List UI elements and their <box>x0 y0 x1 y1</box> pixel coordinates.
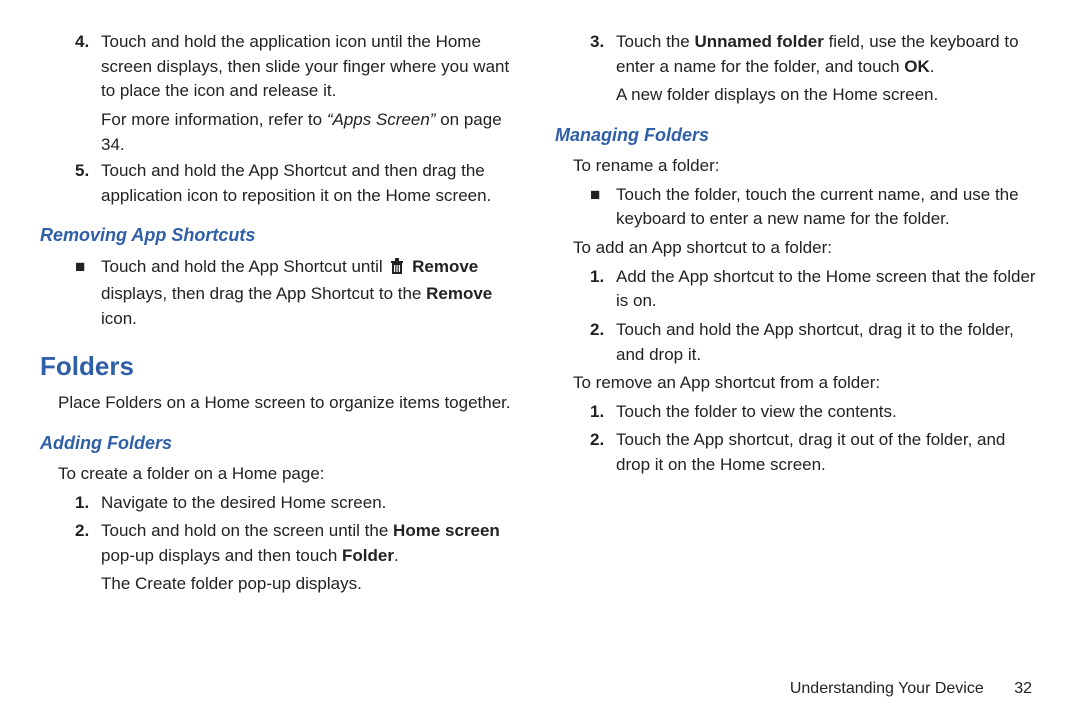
page-footer: Understanding Your Device 32 <box>790 680 1032 698</box>
list-item-2: 2. Touch and hold the App shortcut, drag… <box>590 318 1040 367</box>
heading-adding-folders: Adding Folders <box>40 430 525 456</box>
list-body: Touch the App shortcut, drag it out of t… <box>616 428 1040 477</box>
list-item-1: 1. Navigate to the desired Home screen. <box>75 491 525 516</box>
heading-folders: Folders <box>40 348 525 386</box>
text-segment: icon. <box>101 309 137 328</box>
list-number: 2. <box>75 519 101 568</box>
bullet-item: ■ Touch and hold the App Shortcut until … <box>75 255 525 332</box>
trash-icon <box>389 257 405 283</box>
list-item-2: 2. Touch the App shortcut, drag it out o… <box>590 428 1040 477</box>
text-segment: displays, then drag the App Shortcut to … <box>101 284 426 303</box>
bullet-mark: ■ <box>75 255 101 332</box>
list-number: 5. <box>75 159 101 208</box>
right-column: 3. Touch the Unnamed folder field, use t… <box>555 30 1040 660</box>
remove-label: Remove <box>426 284 492 303</box>
list-number: 1. <box>590 400 616 425</box>
bullet-body: Touch the folder, touch the current name… <box>616 183 1040 232</box>
list-body: Add the App shortcut to the Home screen … <box>616 265 1040 314</box>
list-body: Touch and hold on the screen until the H… <box>101 519 525 568</box>
list-body: Touch the Unnamed folder field, use the … <box>616 30 1040 79</box>
add-lead: To add an App shortcut to a folder: <box>573 236 1040 261</box>
note-text: For more information, refer to <box>101 110 327 129</box>
list-number: 2. <box>590 318 616 367</box>
list-number: 4. <box>75 30 101 104</box>
list-item-5: 5. Touch and hold the App Shortcut and t… <box>75 159 525 208</box>
page-number: 32 <box>1014 680 1032 697</box>
list-number: 1. <box>75 491 101 516</box>
list-item-3: 3. Touch the Unnamed folder field, use t… <box>590 30 1040 79</box>
cross-reference: For more information, refer to “Apps Scr… <box>101 108 525 157</box>
folder-label: Folder <box>342 546 394 565</box>
remove-lead: To remove an App shortcut from a folder: <box>573 371 1040 396</box>
text-segment: Touch and hold the App Shortcut until <box>101 257 387 276</box>
folders-intro: Place Folders on a Home screen to organi… <box>58 391 525 416</box>
text-segment: Touch and hold on the screen until the <box>101 521 393 540</box>
list-body: Touch and hold the application icon unti… <box>101 30 525 104</box>
rename-lead: To rename a folder: <box>573 154 1040 179</box>
list-item-1: 1. Add the App shortcut to the Home scre… <box>590 265 1040 314</box>
list-body: Navigate to the desired Home screen. <box>101 491 525 516</box>
result-note: The Create folder pop-up displays. <box>101 572 525 597</box>
text-segment: . <box>930 57 935 76</box>
list-body: Touch and hold the App Shortcut and then… <box>101 159 525 208</box>
heading-managing-folders: Managing Folders <box>555 122 1040 148</box>
result-note: A new folder displays on the Home screen… <box>616 83 1040 108</box>
list-item-4: 4. Touch and hold the application icon u… <box>75 30 525 104</box>
bullet-body: Touch and hold the App Shortcut until Re… <box>101 255 525 332</box>
list-item-2: 2. Touch and hold on the screen until th… <box>75 519 525 568</box>
unnamed-folder-label: Unnamed folder <box>694 32 823 51</box>
ok-label: OK <box>904 57 930 76</box>
text-segment: . <box>394 546 399 565</box>
remove-label: Remove <box>407 257 478 276</box>
adding-lead: To create a folder on a Home page: <box>58 462 525 487</box>
section-title: Understanding Your Device <box>790 680 984 697</box>
list-number: 3. <box>590 30 616 79</box>
page-content: 4. Touch and hold the application icon u… <box>0 0 1080 720</box>
bullet-item: ■ Touch the folder, touch the current na… <box>590 183 1040 232</box>
text-segment: Touch the <box>616 32 694 51</box>
list-item-1: 1. Touch the folder to view the contents… <box>590 400 1040 425</box>
list-number: 2. <box>590 428 616 477</box>
heading-removing-app-shortcuts: Removing App Shortcuts <box>40 222 525 248</box>
text-segment: pop-up displays and then touch <box>101 546 342 565</box>
home-screen-label: Home screen <box>393 521 500 540</box>
list-body: Touch the folder to view the contents. <box>616 400 1040 425</box>
list-number: 1. <box>590 265 616 314</box>
list-body: Touch and hold the App shortcut, drag it… <box>616 318 1040 367</box>
bullet-mark: ■ <box>590 183 616 232</box>
reference-title: “Apps Screen” <box>327 110 440 129</box>
left-column: 4. Touch and hold the application icon u… <box>40 30 525 660</box>
